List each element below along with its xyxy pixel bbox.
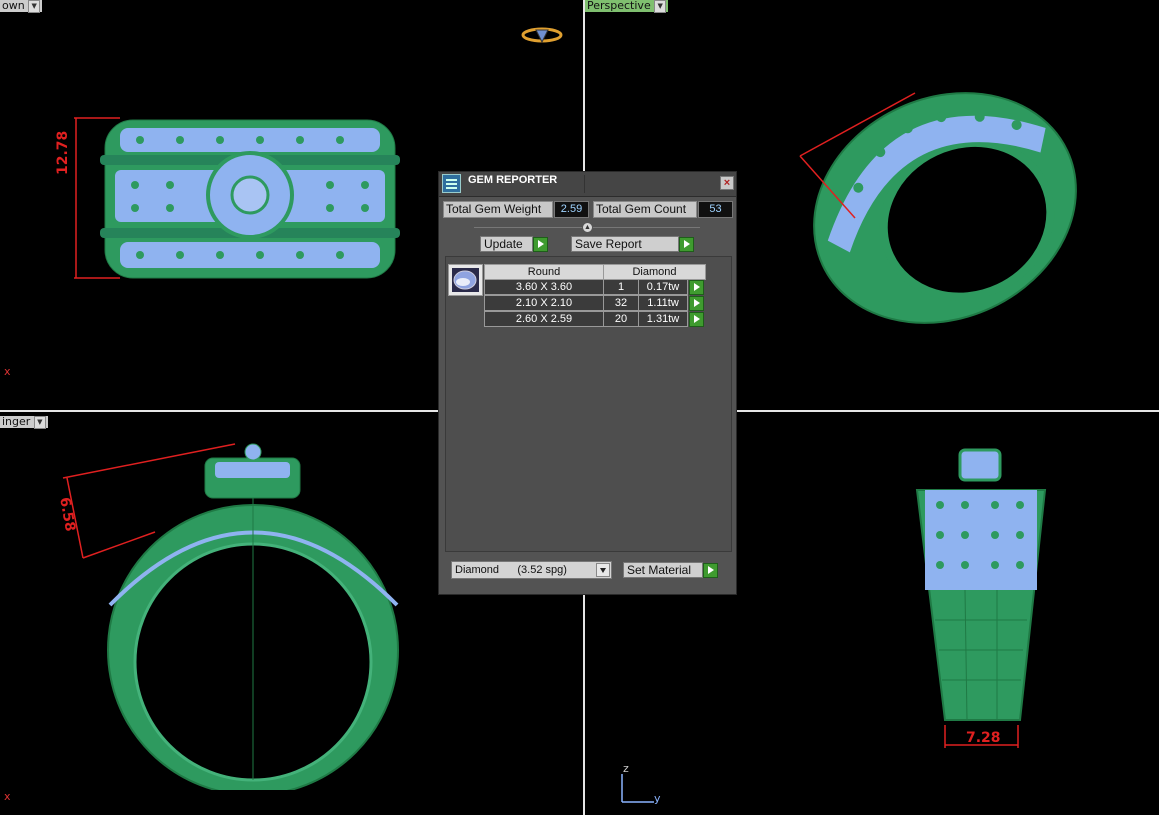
chevron-down-icon[interactable]: ▼ bbox=[28, 0, 41, 13]
side-view-ring[interactable] bbox=[55, 440, 425, 790]
row-3-weight: 1.31tw bbox=[638, 311, 688, 327]
gem-reporter-app-icon bbox=[442, 174, 461, 193]
table-header-cut: Round bbox=[484, 264, 604, 280]
row-2-weight: 1.11tw bbox=[638, 295, 688, 311]
row-1-size: 3.60 X 3.60 bbox=[484, 279, 604, 295]
row-2-select-arrow-icon[interactable] bbox=[689, 296, 704, 311]
gem-thumbnail[interactable] bbox=[448, 264, 483, 296]
axis-z-label: z bbox=[623, 762, 629, 775]
save-report-button[interactable]: Save Report bbox=[571, 236, 679, 252]
update-button[interactable]: Update bbox=[480, 236, 533, 252]
viewport-label-perspective-text: Perspective bbox=[587, 0, 651, 12]
close-icon[interactable]: × bbox=[720, 176, 734, 190]
axis-x-label: x bbox=[4, 365, 11, 378]
viewport-label-top-text: own bbox=[2, 0, 25, 12]
total-gem-count-value: 53 bbox=[698, 201, 733, 218]
save-report-arrow-icon[interactable] bbox=[679, 237, 694, 252]
total-gem-weight-label: Total Gem Weight bbox=[443, 201, 553, 218]
viewport-label-side-text: inger bbox=[2, 415, 31, 428]
set-material-arrow-icon[interactable] bbox=[703, 563, 718, 578]
chevron-down-icon[interactable] bbox=[596, 563, 610, 577]
axis-y-label: y bbox=[654, 792, 661, 805]
row-2-count: 32 bbox=[603, 295, 639, 311]
gem-reporter-title-bar[interactable]: GEM REPORTER × bbox=[439, 172, 736, 197]
total-gem-count-label: Total Gem Count bbox=[593, 201, 697, 218]
title-separator bbox=[584, 175, 585, 193]
row-1-weight: 0.17tw bbox=[638, 279, 688, 295]
front-view-ring[interactable] bbox=[60, 110, 405, 290]
gem-reporter-title: GEM REPORTER bbox=[468, 174, 558, 186]
row-1-count: 1 bbox=[603, 279, 639, 295]
material-select[interactable]: Diamond (3.52 spg) bbox=[451, 561, 612, 579]
chevron-down-icon[interactable]: ▼ bbox=[654, 0, 667, 13]
gem-reporter-panel[interactable]: GEM REPORTER × Total Gem Weight 2.59 Tot… bbox=[438, 171, 737, 595]
row-3-size: 2.60 X 2.59 bbox=[484, 311, 604, 327]
viewport-label-top[interactable]: own ▼ bbox=[0, 0, 43, 13]
dimension-end-width: 7.28 bbox=[966, 730, 1001, 746]
row-3-select-arrow-icon[interactable] bbox=[689, 312, 704, 327]
table-header-material: Diamond bbox=[603, 264, 706, 280]
viewport-label-perspective[interactable]: Perspective ▼ bbox=[585, 0, 669, 13]
chevron-down-icon[interactable]: ▼ bbox=[33, 416, 46, 429]
material-select-value: Diamond (3.52 spg) bbox=[455, 564, 567, 576]
viewport-label-side[interactable]: inger ▼ bbox=[0, 415, 48, 429]
row-2-size: 2.10 X 2.10 bbox=[484, 295, 604, 311]
row-1-select-arrow-icon[interactable] bbox=[689, 280, 704, 295]
axis-gizmo-icon bbox=[621, 774, 654, 803]
round-gem-icon bbox=[453, 270, 477, 290]
total-gem-weight-value: 2.59 bbox=[554, 201, 589, 218]
dimension-front-height: 12.78 bbox=[55, 130, 71, 175]
set-material-button[interactable]: Set Material bbox=[623, 562, 703, 578]
orientation-gizmo-icon[interactable] bbox=[520, 22, 564, 48]
collapse-toggle-icon[interactable]: ▲ bbox=[582, 222, 593, 233]
perspective-view-ring[interactable] bbox=[795, 68, 1100, 343]
end-view-ring[interactable] bbox=[905, 440, 1055, 750]
axis-x-label-bottom: x bbox=[4, 790, 11, 803]
update-arrow-icon[interactable] bbox=[533, 237, 548, 252]
row-3-count: 20 bbox=[603, 311, 639, 327]
